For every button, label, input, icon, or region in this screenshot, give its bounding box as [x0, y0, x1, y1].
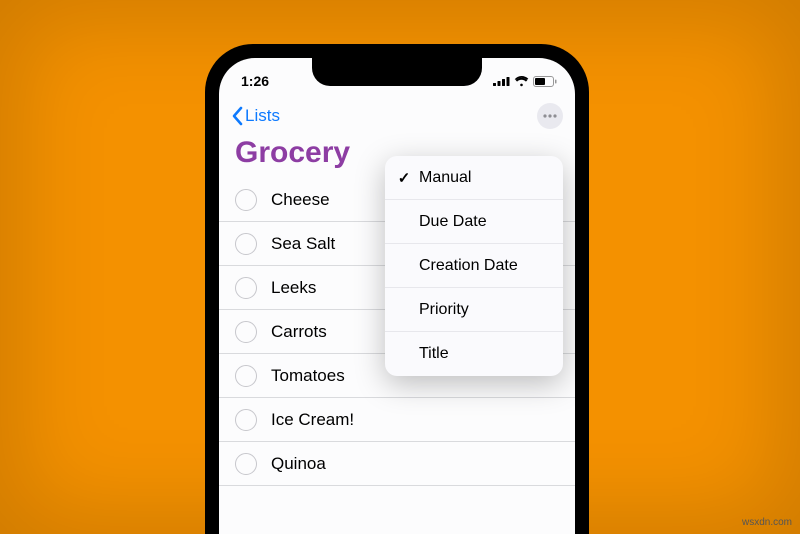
reminder-label: Leeks [271, 278, 316, 298]
reminder-label: Sea Salt [271, 234, 335, 254]
nav-bar: Lists [219, 98, 575, 134]
reminder-complete-toggle[interactable] [235, 321, 257, 343]
sort-option-label: Priority [419, 301, 469, 319]
watermark: wsxdn.com [742, 517, 792, 528]
wifi-icon [514, 76, 529, 87]
sort-option-label: Due Date [419, 213, 487, 231]
sort-option[interactable]: Due Date [385, 200, 563, 244]
sort-option-label: Title [419, 345, 449, 363]
phone-screen: 1:26 [219, 58, 575, 534]
chevron-left-icon [231, 106, 243, 126]
reminder-row[interactable]: Ice Cream! [219, 398, 575, 442]
sort-option[interactable]: ✓ Manual [385, 156, 563, 200]
ellipsis-icon [543, 114, 557, 118]
reminder-complete-toggle[interactable] [235, 365, 257, 387]
cellular-icon [493, 76, 510, 86]
stage: 1:26 [0, 0, 800, 534]
phone-notch [312, 58, 482, 86]
sort-option[interactable]: Creation Date [385, 244, 563, 288]
sort-option-label: Manual [419, 169, 471, 187]
status-icons [493, 76, 557, 87]
reminder-label: Ice Cream! [271, 410, 354, 430]
reminder-complete-toggle[interactable] [235, 233, 257, 255]
reminder-label: Carrots [271, 322, 327, 342]
reminder-label: Tomatoes [271, 366, 345, 386]
back-label: Lists [245, 106, 280, 126]
more-button[interactable] [537, 103, 563, 129]
reminder-row[interactable]: Quinoa [219, 442, 575, 486]
reminder-complete-toggle[interactable] [235, 277, 257, 299]
phone-frame: 1:26 [205, 44, 589, 534]
sort-option[interactable]: Title [385, 332, 563, 376]
sort-popover: ✓ Manual Due Date Creation Date Priority Titl… [385, 156, 563, 376]
back-button[interactable]: Lists [231, 106, 280, 126]
battery-icon [533, 76, 557, 87]
reminder-complete-toggle[interactable] [235, 409, 257, 431]
sort-option[interactable]: Priority [385, 288, 563, 332]
status-time: 1:26 [241, 73, 269, 89]
reminder-label: Quinoa [271, 454, 326, 474]
reminder-label: Cheese [271, 190, 330, 210]
reminder-complete-toggle[interactable] [235, 189, 257, 211]
sort-option-label: Creation Date [419, 257, 518, 275]
checkmark-icon: ✓ [395, 169, 413, 187]
reminder-complete-toggle[interactable] [235, 453, 257, 475]
